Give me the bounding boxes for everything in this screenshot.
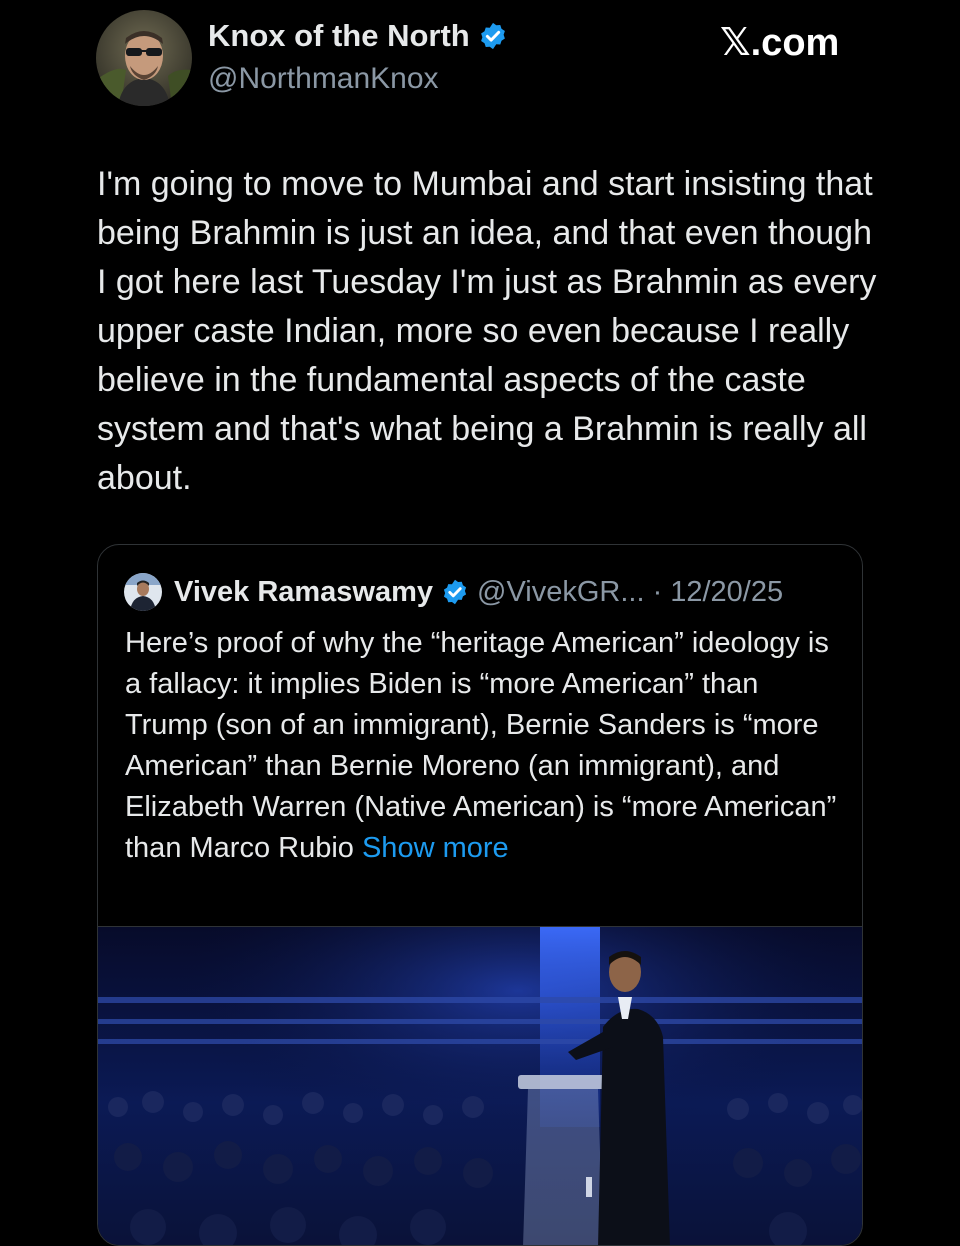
author-handle[interactable]: @NorthmanKnox <box>208 62 439 96</box>
site-domain: .com <box>750 22 840 64</box>
quoted-author-handle[interactable]: @VivekGR... <box>477 576 645 609</box>
quoted-post-text: Here’s proof of why the “heritage Americ… <box>125 623 845 869</box>
author-name[interactable]: Knox of the North <box>208 18 508 54</box>
author-avatar[interactable] <box>96 10 192 106</box>
verified-badge-icon <box>480 22 505 50</box>
quoted-post-date[interactable]: 12/20/25 <box>670 576 783 609</box>
header-separator: · <box>652 575 663 608</box>
quoted-author-avatar[interactable] <box>124 573 162 611</box>
author-name-text: Knox of the North <box>208 18 470 53</box>
show-more-link[interactable]: Show more <box>362 832 509 864</box>
site-label: 𝕏.com <box>720 20 839 65</box>
x-logo-icon: 𝕏 <box>720 20 751 64</box>
post-text: I'm going to move to Mumbai and start in… <box>97 165 886 497</box>
quoted-post-card[interactable]: Vivek Ramaswamy @VivekGR... · 12/20/25 H… <box>97 544 863 1246</box>
quoted-post-header: Vivek Ramaswamy @VivekGR... · 12/20/25 <box>124 573 783 611</box>
quoted-post-body: Here’s proof of why the “heritage Americ… <box>125 627 837 864</box>
verified-badge-icon <box>443 579 467 605</box>
quoted-post-media[interactable] <box>98 926 862 1245</box>
quoted-author-name[interactable]: Vivek Ramaswamy <box>174 576 433 609</box>
